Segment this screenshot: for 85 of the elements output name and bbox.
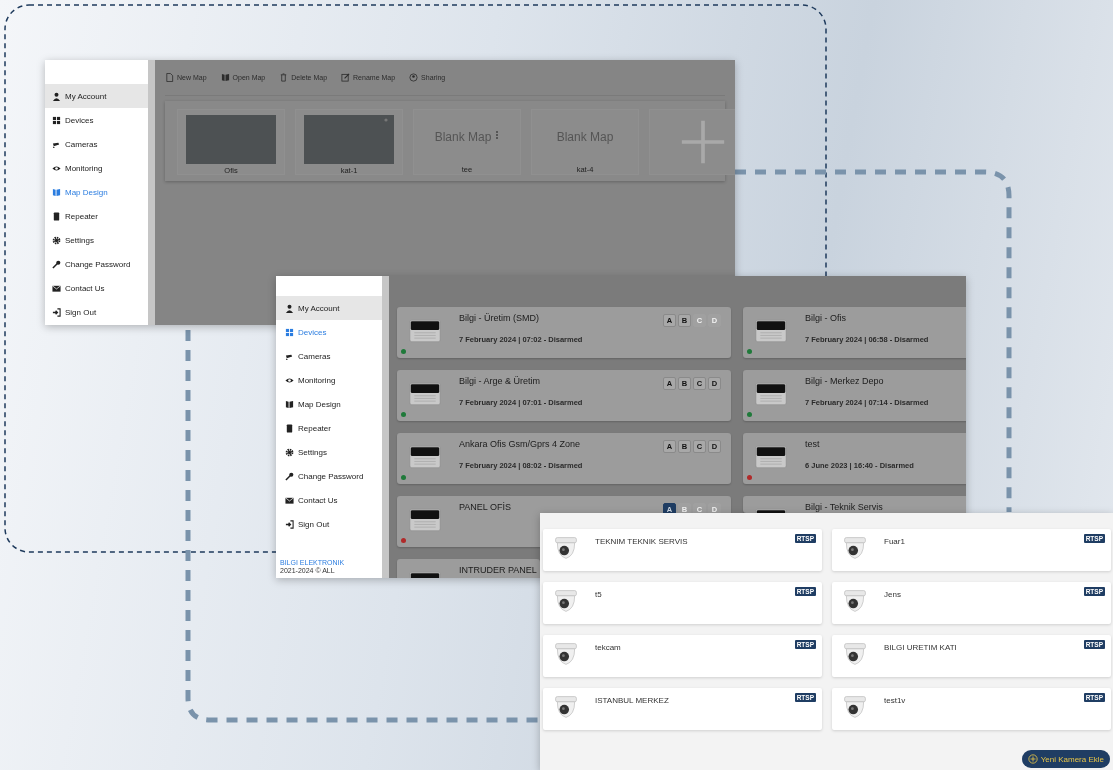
sidebar-item[interactable]: Monitoring — [45, 156, 148, 181]
device-name: Bilgi - Ofis — [805, 313, 847, 323]
plus-circle-icon — [1027, 754, 1038, 764]
alarm-panel-icon — [409, 508, 441, 532]
edit-icon — [341, 73, 351, 82]
device-name: Bilgi - Arge & Üretim — [459, 376, 542, 386]
dome-camera-icon — [842, 535, 868, 561]
dome-camera-icon — [553, 641, 579, 667]
map-icon — [220, 73, 230, 82]
sidebar-item[interactable]: My Account — [45, 84, 148, 109]
sidebar-item[interactable]: Sign Out — [276, 512, 382, 536]
sidebar-item[interactable]: My Account — [276, 296, 382, 320]
camera-name: TEKNIM TEKNIK SERVIS — [595, 537, 688, 546]
sign-out-icon — [52, 308, 61, 318]
alarm-panel-icon — [755, 445, 787, 469]
sidebar-item[interactable]: Map Design — [276, 392, 382, 416]
sidebar-item[interactable]: Cameras — [276, 344, 382, 368]
sidebar-item[interactable]: Sign Out — [45, 300, 148, 325]
map-icon — [285, 399, 294, 409]
sidebar-item[interactable]: Devices — [45, 108, 148, 133]
trash-icon — [279, 73, 289, 82]
add-camera-button[interactable]: Yeni Kamera Ekle — [1021, 750, 1110, 768]
camera-name: Jens — [884, 590, 901, 599]
dome-camera-icon — [842, 694, 868, 720]
settings-icon — [52, 236, 61, 246]
kebab-menu-icon[interactable] — [495, 130, 500, 140]
key-icon — [285, 471, 294, 481]
sidebar-item[interactable]: Settings — [276, 440, 382, 464]
device-name: Ankara Ofis Gsm/Gprs 4 Zone — [459, 439, 582, 449]
plus-icon — [680, 119, 726, 165]
device-icon — [52, 212, 61, 221]
device-card[interactable]: INTRUDER PANEL — [397, 559, 540, 578]
sidebar-item[interactable]: Contact Us — [45, 276, 148, 301]
sidebar-item[interactable]: Monitoring — [276, 368, 382, 392]
dome-camera-icon — [842, 641, 868, 667]
device-name: INTRUDER PANEL — [459, 565, 537, 575]
file-icon — [165, 73, 174, 82]
share-icon — [409, 73, 419, 82]
device-icon — [285, 423, 294, 433]
eye-icon — [52, 163, 61, 173]
sidebar-item[interactable]: Change Password — [276, 464, 382, 488]
device-card[interactable]: Bilgi - Teknik Servis — [743, 496, 966, 513]
device-name: Bilgi - Merkez Depo — [805, 376, 885, 386]
camera-name: BILGI URETIM KATI — [884, 643, 957, 652]
grid-icon — [52, 115, 61, 125]
sidebar-item[interactable]: Cameras — [45, 132, 148, 157]
alarm-panel-icon — [755, 319, 787, 343]
camera-name: test1v — [884, 696, 906, 705]
sidebar-item[interactable]: Settings — [45, 228, 148, 253]
device-name: Bilgi - Üretim (SMD) — [459, 313, 540, 323]
device-name: test — [805, 439, 821, 449]
user-icon — [285, 303, 294, 313]
sidebar-item[interactable]: Devices — [276, 320, 382, 344]
alarm-panel-icon — [409, 382, 441, 406]
eye-icon — [285, 375, 294, 385]
sidebar-item[interactable]: Repeater — [45, 204, 148, 229]
sidebar-item[interactable]: Map Design — [45, 180, 148, 205]
scrollbar[interactable] — [148, 60, 155, 325]
camera-name: Fuar1 — [884, 537, 905, 546]
alarm-panel-icon — [409, 319, 441, 343]
grid-icon — [285, 327, 294, 337]
alarm-panel-icon — [409, 445, 441, 469]
device-name: Bilgi - Teknik Servis — [805, 502, 883, 512]
camera-name: t5 — [595, 590, 602, 599]
device-name: PANEL OFİS — [459, 502, 511, 512]
mail-icon — [52, 284, 61, 294]
sign-out-icon — [285, 519, 294, 529]
dome-camera-icon — [842, 588, 868, 614]
dome-camera-icon — [553, 694, 579, 720]
camera-name: tekcam — [595, 643, 621, 652]
sidebar-item[interactable]: Change Password — [45, 252, 148, 277]
user-icon — [52, 91, 61, 101]
mail-icon — [285, 495, 294, 505]
key-icon — [52, 260, 61, 270]
scrollbar[interactable] — [382, 276, 389, 578]
dome-camera-icon — [553, 535, 579, 561]
camera-name: ISTANBUL MERKEZ — [595, 696, 669, 705]
dome-camera-icon — [553, 588, 579, 614]
map-icon — [52, 187, 61, 197]
sidebar-item[interactable]: Repeater — [276, 416, 382, 440]
dot-icon[interactable] — [384, 118, 388, 122]
settings-icon — [285, 447, 294, 457]
alarm-panel-icon — [755, 382, 787, 406]
sidebar-item[interactable]: Contact Us — [276, 488, 382, 512]
add-map-card[interactable] — [649, 109, 735, 175]
